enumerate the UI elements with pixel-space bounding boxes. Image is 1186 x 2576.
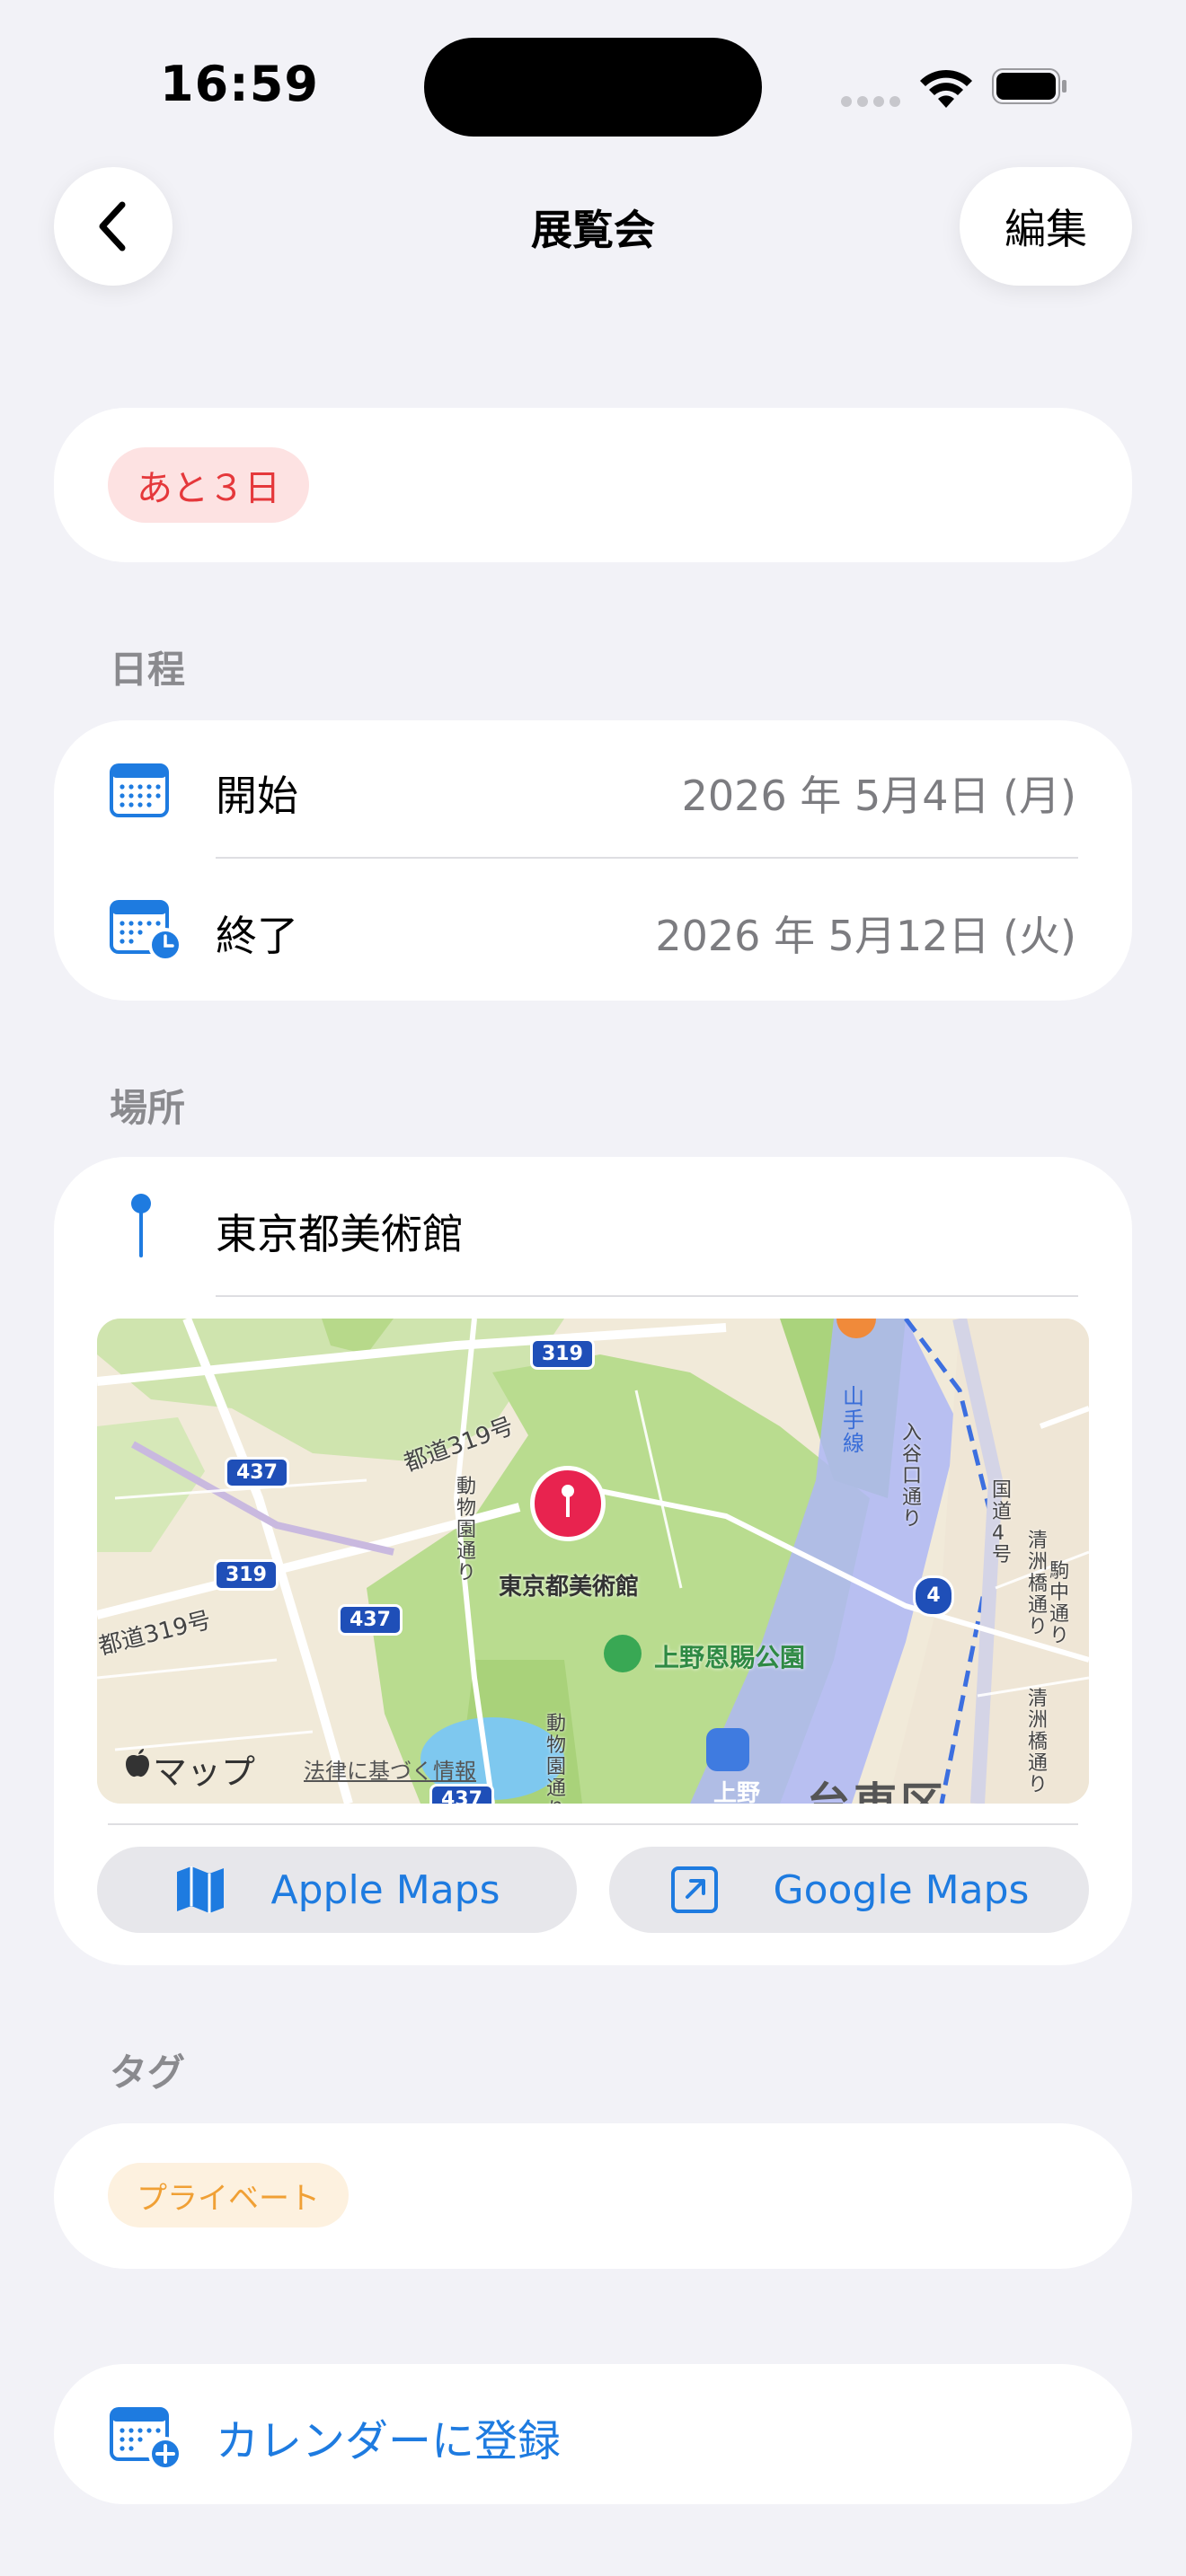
train-station-icon (706, 1728, 749, 1771)
add-to-calendar-button[interactable]: カレンダーに登録 (54, 2364, 1132, 2504)
schedule-section-label: 日程 (110, 648, 186, 692)
back-button[interactable] (54, 167, 173, 286)
external-link-icon (670, 1866, 718, 1913)
page-title: 展覧会 (531, 206, 655, 254)
dynamic-island (424, 38, 762, 137)
map-icon (177, 1866, 225, 1913)
end-label: 終了 (216, 912, 298, 960)
route-shield: 319 (530, 1338, 595, 1370)
google-maps-label: Google Maps (773, 1866, 1030, 1913)
map-road-label: 駒中通り (1049, 1560, 1070, 1647)
tags-section-label: タグ (110, 2051, 186, 2095)
maps-brand-label: マップ (153, 1752, 256, 1792)
map-pin-icon (131, 1194, 151, 1257)
apple-logo-icon (126, 1749, 149, 1778)
cellular-signal-icon (841, 93, 906, 110)
map-road-label: 国道4号 (992, 1479, 1013, 1566)
map-road-label: 清洲橋通り (1028, 1688, 1049, 1796)
row-divider (216, 857, 1078, 859)
edit-button[interactable]: 編集 (960, 167, 1132, 286)
map-road-label: 動物園通り (456, 1476, 477, 1584)
apple-maps-label: Apple Maps (270, 1866, 500, 1913)
countdown-badge: あと３日 (108, 447, 309, 523)
route-shield: 437 (429, 1784, 494, 1804)
tag-badge[interactable]: プライベート (108, 2163, 349, 2228)
map-park-label: 上野恩賜公園 (654, 1643, 806, 1672)
row-divider (108, 1823, 1078, 1825)
route-shield: 437 (338, 1604, 403, 1636)
route-shield: 319 (214, 1559, 279, 1591)
map-district-label: 台東区 (807, 1778, 948, 1804)
map-road-label: 動物園通り (546, 1713, 567, 1804)
map-station-label: 上野 (713, 1780, 761, 1804)
legal-link[interactable]: 法律に基づく情報 (304, 1753, 476, 1785)
add-to-calendar-label: カレンダーに登録 (216, 2416, 562, 2466)
calendar-clock-icon (110, 900, 182, 962)
location-name: 東京都美術館 (216, 1210, 464, 1258)
route-shield: 437 (225, 1457, 289, 1488)
apple-maps-button[interactable]: Apple Maps (97, 1847, 577, 1933)
map-poi-label: 東京都美術館 (498, 1574, 639, 1601)
google-maps-button[interactable]: Google Maps (609, 1847, 1089, 1933)
location-map[interactable]: 東京都美術館 上野恩賜公園 上野 台東区 319 437 319 437 437… (97, 1319, 1089, 1804)
location-pin-marker[interactable] (530, 1466, 606, 1541)
map-rail-label: 山手線 (843, 1384, 864, 1456)
start-label: 開始 (216, 772, 298, 820)
status-time: 16:59 (160, 56, 319, 112)
battery-icon (992, 68, 1067, 104)
location-section-label: 場所 (110, 1086, 186, 1130)
wifi-icon (920, 69, 972, 108)
route-shield: 4 (913, 1575, 954, 1617)
end-date-value[interactable]: 2026 年 5月12日 (火) (629, 904, 1076, 963)
row-divider (216, 1295, 1078, 1297)
chevron-left-icon (99, 201, 126, 251)
start-date-value[interactable]: 2026 年 5月4日 (月) (629, 763, 1076, 823)
calendar-add-icon (110, 2407, 182, 2471)
map-road-label: 入谷口通り (902, 1422, 923, 1531)
calendar-icon (110, 763, 169, 817)
park-icon (604, 1635, 642, 1672)
map-road-label: 清洲橋通り (1028, 1530, 1049, 1638)
